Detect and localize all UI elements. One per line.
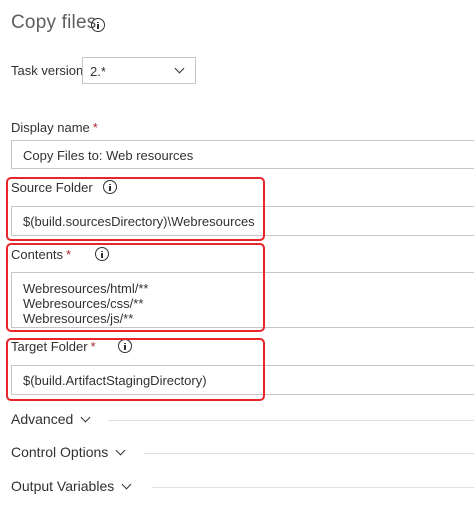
advanced-section-label: Advanced (11, 411, 74, 427)
display-name-value: Copy Files to: Web resources (23, 148, 194, 163)
task-version-label: Task version (11, 63, 84, 78)
info-icon[interactable] (91, 18, 105, 32)
chevron-down-icon (174, 63, 185, 74)
output-variables-section-toggle[interactable]: Output Variables (11, 478, 132, 494)
chevron-down-icon (121, 479, 132, 490)
advanced-section-toggle[interactable]: Advanced (11, 411, 91, 427)
source-folder-highlight (6, 177, 265, 241)
copy-files-task-panel: Copy files Task version 2.* Display name… (0, 0, 474, 518)
page-title: Copy files (11, 12, 97, 33)
required-marker: * (92, 120, 98, 135)
task-version-select[interactable]: 2.* (82, 57, 196, 84)
display-name-field[interactable]: Copy Files to: Web resources (11, 140, 474, 169)
control-options-section-toggle[interactable]: Control Options (11, 444, 126, 460)
display-name-label: Display name * (11, 120, 98, 135)
display-name-label-text: Display name (11, 120, 90, 135)
output-variables-section-label: Output Variables (11, 478, 115, 494)
section-divider (144, 453, 474, 454)
chevron-down-icon (80, 412, 91, 423)
contents-highlight (6, 243, 265, 332)
section-divider (108, 420, 474, 421)
section-divider (152, 487, 474, 488)
task-version-value: 2.* (90, 64, 106, 79)
target-folder-highlight (6, 338, 265, 401)
chevron-down-icon (115, 445, 126, 456)
control-options-section-label: Control Options (11, 444, 109, 460)
